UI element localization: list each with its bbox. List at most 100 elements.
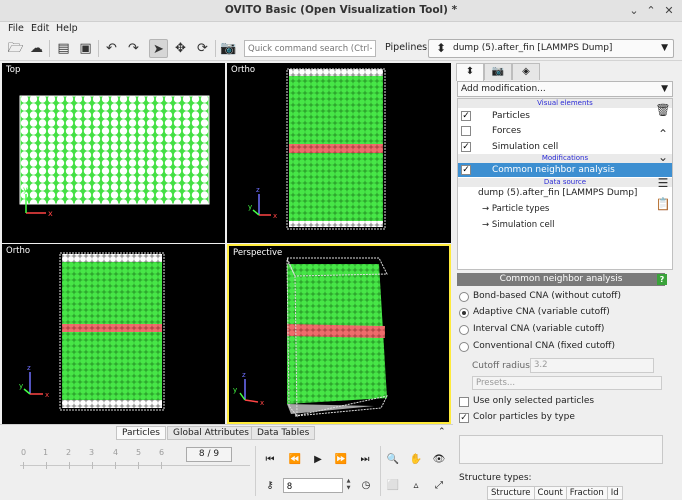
maximize-viewport-icon[interactable]: ⤢: [431, 478, 447, 494]
save-session-icon[interactable]: ▣: [76, 39, 95, 58]
zoom-icon[interactable]: 🔍: [385, 452, 401, 468]
radio-conventional-cna[interactable]: Conventional CNA (fixed cutoff): [459, 340, 659, 354]
last-frame-icon[interactable]: ⏭: [357, 452, 373, 468]
move-mode-icon[interactable]: ✥: [171, 39, 190, 58]
pan-icon[interactable]: ✋: [408, 452, 424, 468]
viewport-perspective[interactable]: z x y Perspective: [227, 244, 451, 424]
radio-bond-based-cna[interactable]: Bond-based CNA (without cutoff): [459, 290, 659, 304]
viewport-ortho-2[interactable]: z x y Ortho: [2, 244, 225, 424]
add-modification-dropdown[interactable]: Add modification... ▼: [457, 81, 673, 97]
redo-icon[interactable]: ↷: [124, 39, 143, 58]
key-icon[interactable]: ⚷: [262, 478, 278, 494]
viewport-top[interactable]: x y Top: [2, 63, 225, 243]
pipeline-item-cna[interactable]: ✓ Common neighbor analysis: [458, 163, 672, 177]
pipeline-item-data-source[interactable]: dump (5).after_fin [LAMMPS Dump]: [458, 186, 672, 200]
menu-help[interactable]: Help: [56, 23, 78, 34]
enable-checkbox[interactable]: ✓: [461, 165, 471, 175]
column-structure[interactable]: Structure: [488, 487, 535, 499]
expand-icon[interactable]: ⌃: [438, 427, 446, 437]
visibility-checkbox[interactable]: ✓: [461, 142, 471, 152]
pipelines-label: Pipelines:: [385, 42, 431, 53]
menu-edit[interactable]: Edit: [31, 23, 49, 34]
load-remote-icon[interactable]: ☁: [27, 39, 46, 58]
visibility-checkbox[interactable]: [461, 126, 471, 136]
column-fraction[interactable]: Fraction: [567, 487, 608, 499]
viewport-label[interactable]: Ortho: [231, 65, 255, 75]
clipboard-icon[interactable]: 📋: [655, 197, 671, 213]
new-session-icon[interactable]: ▤: [54, 39, 73, 58]
close-icon[interactable]: ✕: [662, 4, 676, 18]
pipeline-item-cell[interactable]: → Simulation cell: [458, 218, 672, 232]
cutoff-radius-field[interactable]: 3.2: [530, 358, 654, 373]
chevron-down-icon: ▼: [661, 84, 668, 94]
zoom-all-icon[interactable]: ⬜: [385, 478, 401, 494]
current-frame-input[interactable]: [283, 478, 343, 493]
svg-text:x: x: [273, 212, 277, 220]
viewport-label[interactable]: Top: [6, 65, 20, 75]
add-modification-label: Add modification...: [461, 84, 546, 94]
chevron-down-icon: ▼: [661, 43, 668, 53]
frame-spinner-arrows[interactable]: ▲ ▼: [344, 478, 353, 493]
svg-text:x: x: [260, 399, 264, 407]
radio-interval-cna[interactable]: Interval CNA (variable cutoff): [459, 323, 659, 337]
svg-text:z: z: [242, 371, 246, 379]
pipeline-icon: ⬍: [436, 41, 447, 55]
command-search-input[interactable]: [244, 40, 376, 57]
viewport-label[interactable]: Ortho: [6, 246, 30, 256]
menu-list-icon[interactable]: ☰: [655, 176, 671, 192]
render-icon[interactable]: 📷: [219, 39, 238, 58]
pipeline-item-particles[interactable]: ✓ Particles: [458, 109, 672, 123]
svg-text:y: y: [19, 382, 23, 390]
first-frame-icon[interactable]: ⏮: [262, 452, 278, 468]
svg-text:z: z: [256, 186, 260, 194]
tab-data-tables[interactable]: Data Tables: [251, 426, 316, 440]
column-count[interactable]: Count: [535, 487, 567, 499]
delete-icon[interactable]: 🗑: [655, 103, 671, 119]
help-button[interactable]: ?: [657, 274, 667, 285]
tab-render[interactable]: 📷: [484, 63, 512, 80]
time-slider-handle[interactable]: 8 / 9: [186, 447, 232, 462]
fov-icon[interactable]: ▵: [408, 478, 424, 494]
status-area: [459, 435, 663, 464]
tab-particles[interactable]: Particles: [116, 426, 166, 440]
previous-frame-icon[interactable]: ⏪: [287, 452, 303, 468]
tab-pipeline[interactable]: ⬍: [456, 63, 484, 81]
window-title: OVITO Basic (Open Visualization Tool) *: [224, 4, 458, 16]
viewport-label[interactable]: Perspective: [233, 248, 282, 258]
pipeline-selector[interactable]: ⬍ dump (5).after_fin [LAMMPS Dump] ▼: [428, 39, 674, 58]
pipeline-item-simulation-cell[interactable]: ✓ Simulation cell: [458, 140, 672, 154]
svg-text:y: y: [233, 386, 237, 394]
menu-file[interactable]: File: [8, 23, 24, 34]
radio-adaptive-cna[interactable]: Adaptive CNA (variable cutoff): [459, 306, 659, 320]
command-panel-tabs: ⬍ 📷 ◈: [455, 62, 682, 81]
tab-global-attributes[interactable]: Global Attributes: [167, 426, 255, 440]
color-by-type-checkbox[interactable]: ✓ Color particles by type: [459, 411, 659, 425]
minimize-icon[interactable]: ⌄: [627, 4, 641, 18]
use-selected-checkbox[interactable]: Use only selected particles: [459, 395, 659, 409]
visibility-checkbox[interactable]: ✓: [461, 111, 471, 121]
category-visual-elements: Visual elements: [458, 99, 672, 108]
pipeline-item-particle-types[interactable]: → Particle types: [458, 202, 672, 216]
data-inspector-tabs: Particles Global Attributes Data Tables …: [0, 424, 453, 440]
orbit-icon[interactable]: 👁: [431, 452, 447, 468]
presets-dropdown[interactable]: Presets...: [472, 376, 662, 390]
move-down-icon[interactable]: ⌄: [655, 150, 671, 166]
axis-label-y: y: [23, 185, 28, 194]
viewport-ortho-1[interactable]: z x y Ortho: [227, 63, 451, 243]
menu-bar: File Edit Help: [0, 22, 682, 36]
tab-overlays[interactable]: ◈: [512, 63, 540, 80]
open-file-icon[interactable]: 🗁: [6, 39, 25, 58]
rotate-mode-icon[interactable]: ⟳: [193, 39, 212, 58]
column-id[interactable]: Id: [608, 487, 622, 499]
animation-settings-icon[interactable]: ◷: [358, 478, 374, 494]
cutoff-radius-label: Cutoff radius:: [472, 361, 533, 371]
move-up-icon[interactable]: ⌃: [655, 127, 671, 143]
select-mode-icon[interactable]: ➤: [149, 39, 168, 58]
svg-text:y: y: [248, 203, 252, 211]
undo-icon[interactable]: ↶: [102, 39, 121, 58]
title-bar: OVITO Basic (Open Visualization Tool) * …: [0, 0, 682, 22]
maximize-icon[interactable]: ⌃: [644, 4, 658, 18]
pipeline-item-forces[interactable]: Forces: [458, 124, 672, 138]
next-frame-icon[interactable]: ⏩: [333, 452, 349, 468]
play-icon[interactable]: ▶: [310, 452, 326, 468]
